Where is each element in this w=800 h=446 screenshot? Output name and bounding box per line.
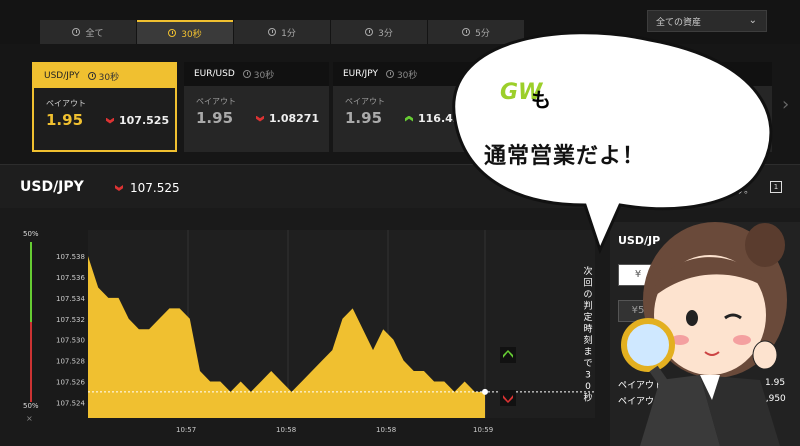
mascot-illustration <box>452 31 787 446</box>
speech-line1: も <box>531 88 551 112</box>
girl-character <box>621 222 787 446</box>
speech-line2: 通常営業だよ！ <box>484 144 646 169</box>
magnifier-icon <box>621 318 675 372</box>
trading-screen: 全て 30秒 1分 3分 5分 全ての資産 ⌄ USD/JPY 30秒 ペイアウ… <box>0 0 800 446</box>
